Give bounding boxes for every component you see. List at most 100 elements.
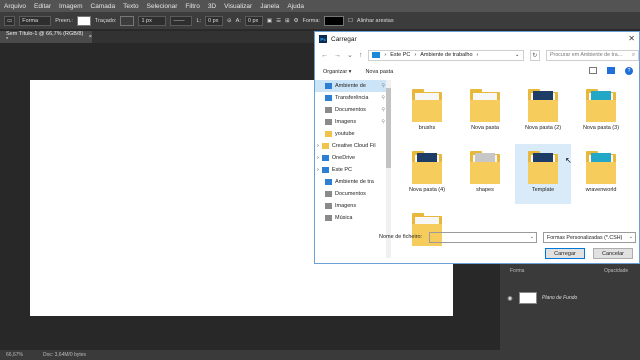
sidebar-item[interactable]: Música — [315, 212, 387, 224]
sidebar-item[interactable]: Imagens ⚲ — [315, 116, 387, 128]
scrollbar-thumb[interactable] — [386, 88, 391, 168]
folder-label: Template — [531, 187, 555, 193]
menu-item-1[interactable]: Editar — [30, 3, 55, 10]
organize-button[interactable]: Organizar ▾ — [323, 69, 351, 75]
sidebar-item[interactable]: › OneDrive — [315, 152, 387, 164]
chevron-right-icon[interactable]: › — [317, 155, 319, 161]
sidebar-item[interactable]: Documentos ⚲ — [315, 104, 387, 116]
menu-item-3[interactable]: Camada — [87, 3, 120, 10]
folder-item[interactable]: wravenworld — [573, 144, 629, 204]
align-edges-checkbox[interactable]: ☐ — [348, 18, 353, 24]
menu-item-9[interactable]: Janela — [256, 3, 283, 10]
file-type-select[interactable]: Formas Personalizadas (*.CSH) ⌄ — [543, 232, 636, 243]
menu-item-2[interactable]: Imagem — [55, 3, 86, 10]
folder-item[interactable]: brushs — [399, 82, 455, 142]
sidebar-item[interactable]: Imagens — [315, 200, 387, 212]
folder-item[interactable]: Nova pasta — [457, 82, 513, 142]
folder-item[interactable]: Nova pasta (2) — [515, 82, 571, 142]
menu-item-4[interactable]: Texto — [119, 3, 143, 10]
pictures-icon — [325, 203, 332, 209]
sidebar-item[interactable]: Ambiente de tra — [315, 176, 387, 188]
close-icon[interactable]: × — [89, 34, 92, 40]
layers-kind-filter[interactable]: Forma — [510, 268, 524, 274]
refresh-icon[interactable]: ↻ — [529, 49, 541, 61]
chevron-down-icon[interactable]: ⌄ — [347, 51, 353, 59]
chevron-right-icon[interactable]: › — [317, 143, 319, 149]
up-arrow-icon[interactable]: ↑ — [359, 52, 363, 59]
filename-input[interactable]: ⌄ — [429, 232, 537, 243]
shape-picker[interactable] — [323, 15, 344, 26]
close-icon[interactable]: ✕ — [628, 34, 635, 43]
load-dialog: Ps Carregar ✕ ← → ⌄ ↑ › Este PC › Ambien… — [314, 31, 640, 264]
document-tab[interactable]: Sem Título-1 @ 66,7% (RGB/8) * × — [0, 31, 92, 43]
menu-item-7[interactable]: 3D — [204, 3, 220, 10]
stroke-size-field[interactable]: 1 px — [138, 15, 167, 26]
search-input[interactable]: Procurar em Ambiente de tra... ⌕ — [546, 49, 639, 61]
sidebar-item[interactable]: Documentos — [315, 188, 387, 200]
zoom-level[interactable]: 66,67% — [6, 352, 23, 358]
fill-swatch[interactable] — [76, 15, 91, 26]
menu-item-6[interactable]: Filtro — [181, 3, 203, 10]
folder-item[interactable]: Nova pasta (3) — [573, 82, 629, 142]
folder-item[interactable]: shapes — [457, 144, 513, 204]
preview-pane-icon[interactable] — [607, 67, 615, 74]
sidebar-item-label: Ambiente de tra — [335, 179, 374, 185]
folder-label: Nova pasta (3) — [582, 125, 620, 131]
chevron-down-icon[interactable]: ⌄ — [530, 234, 534, 240]
photoshop-icon: Ps — [319, 35, 327, 43]
chevron-down-icon[interactable]: ⌄ — [629, 234, 633, 240]
sidebar-item[interactable]: › Creative Cloud Fil — [315, 140, 387, 152]
view-controls: ? — [589, 67, 633, 75]
path-align-icon[interactable]: ☰ — [276, 18, 281, 24]
folder-item[interactable]: Template — [515, 144, 571, 204]
address-bar[interactable]: › Este PC › Ambiente de trabalho › ⌄ — [368, 49, 524, 61]
stroke-type-select[interactable]: —— — [170, 15, 193, 26]
eye-icon[interactable]: ◉ — [506, 295, 514, 302]
help-icon[interactable]: ? — [625, 67, 633, 75]
load-button[interactable]: Carregar — [545, 248, 585, 259]
cancel-button[interactable]: Cancelar — [593, 248, 633, 259]
path-arrange-icon[interactable]: ⊞ — [285, 18, 290, 24]
new-folder-button[interactable]: Nova pasta — [365, 69, 393, 75]
folder-label: shapes — [476, 187, 494, 193]
address-dropdown-icon[interactable]: ⌄ — [515, 52, 520, 58]
layer-row[interactable]: ◉ Plano de Fundo — [506, 290, 640, 306]
mode-select[interactable]: Forma — [19, 15, 52, 26]
sidebar-item-label: Documentos — [335, 191, 366, 197]
sidebar-item-label: Imagens — [335, 203, 357, 209]
view-options-icon[interactable] — [589, 67, 597, 74]
pin-icon: ⚲ — [381, 107, 385, 113]
menu-item-5[interactable]: Selecionar — [143, 3, 182, 10]
sidebar-item[interactable]: Ambiente de ⚲ — [315, 80, 387, 92]
back-arrow-icon[interactable]: ← — [321, 52, 328, 59]
height-field[interactable]: 0 px — [244, 15, 263, 26]
tool-preset-button[interactable]: ▭ — [4, 15, 16, 26]
breadcrumb-desktop[interactable]: Ambiente de trabalho — [420, 52, 472, 58]
width-value: 0 px — [208, 17, 219, 24]
sidebar-item-label: Documentos — [335, 107, 366, 113]
path-ops-icon[interactable]: ▣ — [267, 18, 272, 24]
stroke-swatch[interactable] — [120, 15, 135, 26]
breadcrumb-pc[interactable]: Este PC — [390, 52, 410, 58]
menu-item-8[interactable]: Visualizar — [220, 3, 256, 10]
sidebar-item[interactable]: › Este PC — [315, 164, 387, 176]
sidebar-item[interactable]: Transferência ⚲ — [315, 92, 387, 104]
folder-icon — [325, 131, 332, 137]
folder-icon — [586, 150, 616, 184]
menu-item-10[interactable]: Ajuda — [283, 3, 308, 10]
creative-cloud-icon — [321, 143, 329, 149]
opacity-label: Opacidade — [604, 268, 629, 274]
chevron-right-icon[interactable]: › — [317, 167, 319, 173]
sidebar-item-label: Este PC — [331, 167, 353, 173]
align-edges-label: Alinhar arestas — [356, 17, 394, 24]
sidebar-item[interactable]: youtube — [315, 128, 387, 140]
width-field[interactable]: 0 px — [205, 15, 224, 26]
breadcrumb-sep-icon: › — [384, 52, 387, 58]
link-icon[interactable]: ⊝ — [227, 18, 232, 24]
menu-item-0[interactable]: Arquivo — [0, 3, 30, 10]
folder-label: Nova pasta (4) — [408, 187, 446, 193]
folder-label: wravenworld — [585, 187, 617, 193]
folder-item[interactable]: Nova pasta (4) — [399, 144, 455, 204]
gear-icon[interactable]: ⚙ — [294, 18, 299, 24]
forward-arrow-icon[interactable]: → — [334, 52, 341, 59]
